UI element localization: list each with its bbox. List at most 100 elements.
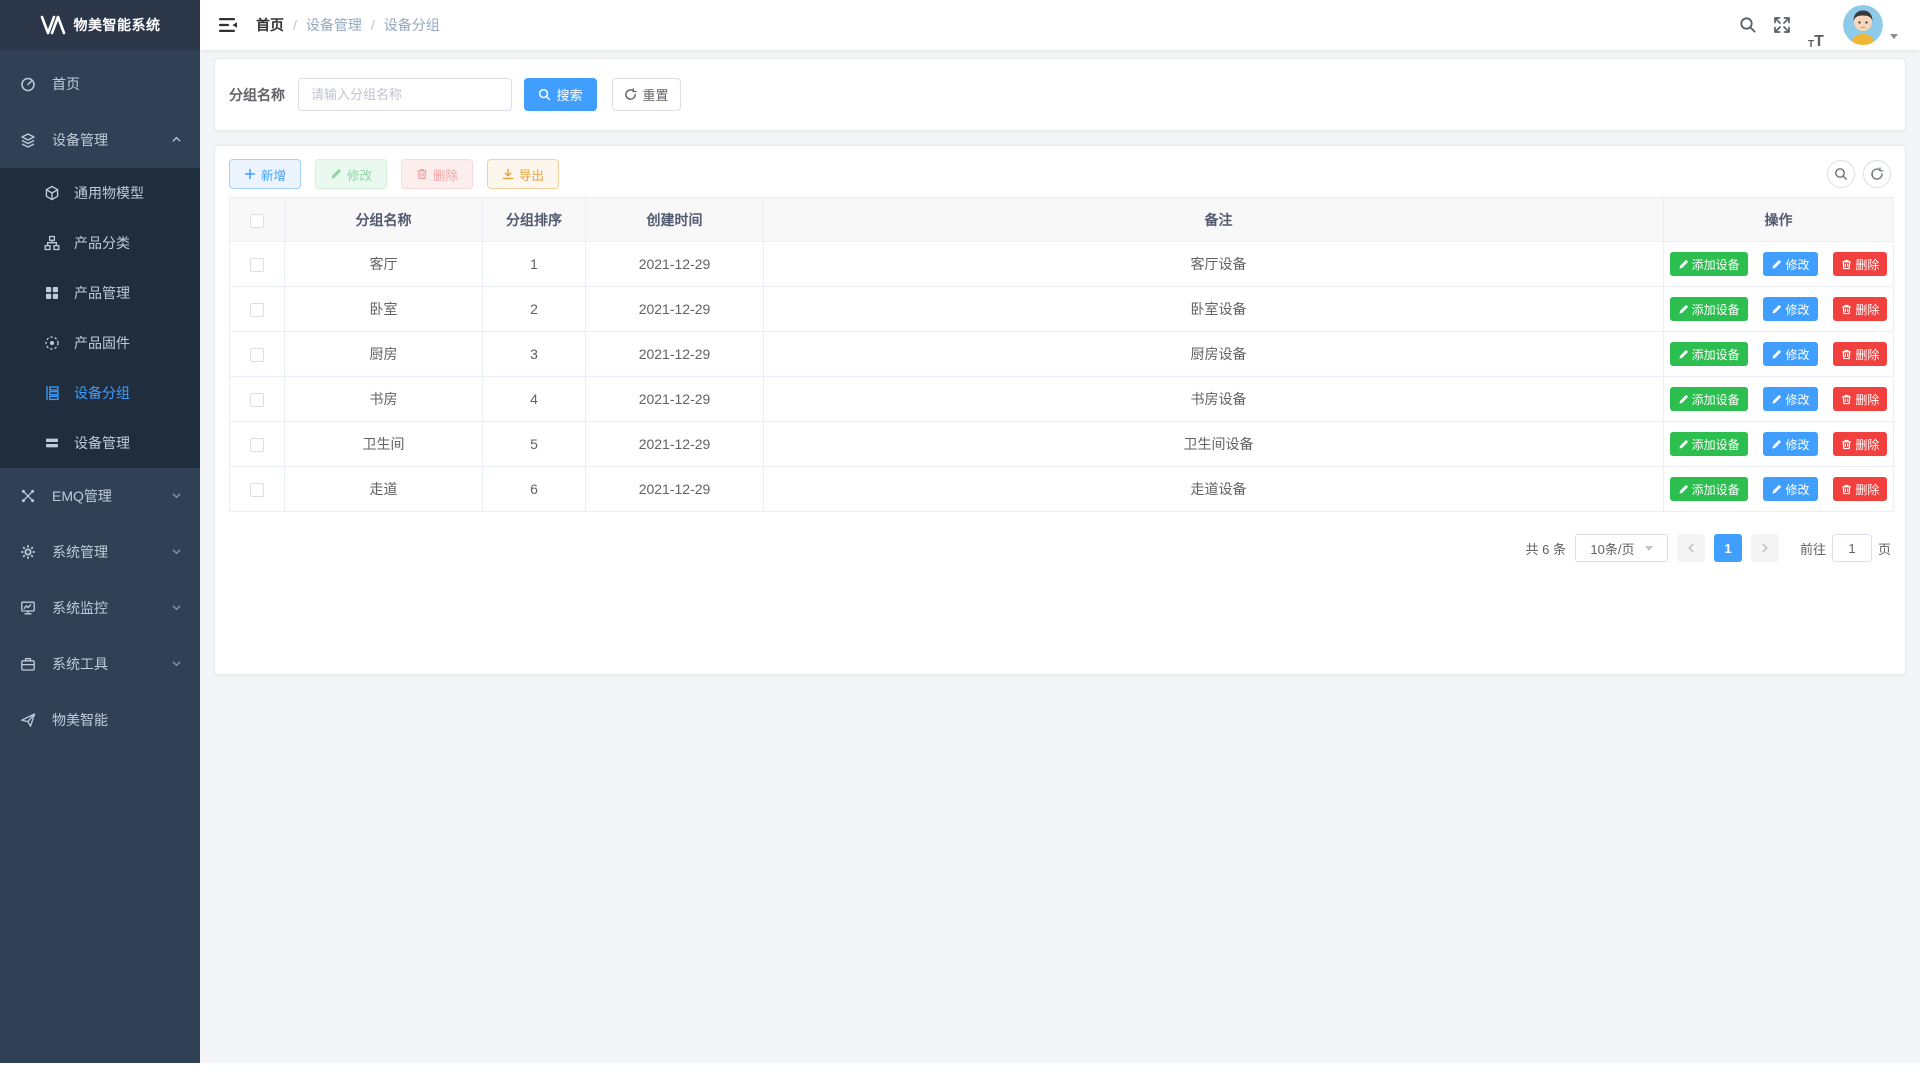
row-delete-button[interactable]: 删除 (1833, 297, 1887, 321)
avatar[interactable] (1843, 5, 1883, 45)
row-edit-button[interactable]: 修改 (1763, 387, 1817, 411)
page-number-1[interactable]: 1 (1714, 534, 1742, 562)
header-remark: 备注 (764, 198, 1664, 242)
cube-icon (44, 185, 60, 201)
sidebar-menu: 首页 设备管理 通用物模型 (0, 50, 200, 748)
next-page-button[interactable] (1751, 534, 1779, 562)
header-created-time: 创建时间 (586, 198, 764, 242)
sidebar-item-system-monitor[interactable]: 系统监控 (0, 580, 200, 636)
cell-group-name: 走道 (285, 467, 483, 512)
monitor-icon (20, 600, 36, 616)
sidebar-item-device-group[interactable]: 设备分组 (0, 368, 200, 418)
toolbar-right-tools (1827, 160, 1891, 188)
row-edit-button[interactable]: 修改 (1763, 297, 1817, 321)
app-logo[interactable]: 物美智能系统 (0, 0, 200, 50)
device-list-icon (44, 435, 60, 451)
gear-icon (20, 544, 36, 560)
sidebar-item-system-tools[interactable]: 系统工具 (0, 636, 200, 692)
cell-created-time: 2021-12-29 (586, 422, 764, 467)
add-device-button[interactable]: 添加设备 (1670, 297, 1748, 321)
font-size-icon[interactable]: TT (1799, 0, 1833, 50)
row-edit-button[interactable]: 修改 (1763, 477, 1817, 501)
sidebar-item-label: 产品固件 (74, 333, 130, 353)
sidebar-item-product-management[interactable]: 产品管理 (0, 268, 200, 318)
cell-group-order: 1 (483, 242, 586, 287)
row-edit-button[interactable]: 修改 (1763, 342, 1817, 366)
delete-button[interactable]: 删除 (401, 159, 473, 189)
cell-remark: 客厅设备 (764, 242, 1664, 287)
row-checkbox[interactable] (250, 393, 264, 407)
sidebar-item-label: 产品管理 (74, 283, 130, 303)
refresh-icon[interactable] (1863, 160, 1891, 188)
sidebar-item-product-category[interactable]: 产品分类 (0, 218, 200, 268)
search-icon[interactable] (1731, 0, 1765, 50)
fullscreen-icon[interactable] (1765, 0, 1799, 50)
table-row: 客厅 1 2021-12-29 客厅设备 添加设备 修改 (230, 242, 1894, 287)
sidebar-item-label: 设备分组 (74, 383, 130, 403)
row-delete-button[interactable]: 删除 (1833, 432, 1887, 456)
row-checkbox[interactable] (250, 438, 264, 452)
row-edit-button[interactable]: 修改 (1763, 252, 1817, 276)
sidebar-item-home[interactable]: 首页 (0, 56, 200, 112)
sidebar-item-label: 设备管理 (52, 130, 108, 150)
sidebar-item-label: 物美智能 (52, 710, 108, 730)
cell-group-order: 3 (483, 332, 586, 377)
export-button[interactable]: 导出 (487, 159, 559, 189)
chevron-up-icon (171, 132, 182, 148)
breadcrumb: 首页 / 设备管理 / 设备分组 (256, 15, 440, 35)
add-device-button[interactable]: 添加设备 (1670, 387, 1748, 411)
sidebar-item-thing-model[interactable]: 通用物模型 (0, 168, 200, 218)
app-title: 物美智能系统 (74, 15, 161, 35)
add-button[interactable]: 新增 (229, 159, 301, 189)
emq-node-icon (20, 488, 36, 504)
toggle-search-icon[interactable] (1827, 160, 1855, 188)
dashboard-icon (20, 76, 36, 92)
row-delete-button[interactable]: 删除 (1833, 387, 1887, 411)
header-select-all (230, 198, 285, 242)
device-management-submenu: 通用物模型 产品分类 产品管理 (0, 168, 200, 468)
goto-page-input[interactable] (1832, 534, 1872, 562)
user-menu[interactable] (1843, 5, 1898, 45)
cell-group-order: 2 (483, 287, 586, 332)
sidebar-collapse-icon[interactable] (218, 15, 238, 35)
cell-group-name: 客厅 (285, 242, 483, 287)
cell-remark: 书房设备 (764, 377, 1664, 422)
add-device-button[interactable]: 添加设备 (1670, 432, 1748, 456)
sidebar-item-device-management[interactable]: 设备管理 (0, 112, 200, 168)
cell-created-time: 2021-12-29 (586, 467, 764, 512)
sidebar-item-label: 系统监控 (52, 598, 108, 618)
cell-remark: 卧室设备 (764, 287, 1664, 332)
group-name-input[interactable] (298, 78, 512, 111)
cell-actions: 添加设备 修改 删除 (1664, 242, 1894, 287)
row-delete-button[interactable]: 删除 (1833, 252, 1887, 276)
row-delete-button[interactable]: 删除 (1833, 342, 1887, 366)
add-device-button[interactable]: 添加设备 (1670, 342, 1748, 366)
sidebar-item-device-management-sub[interactable]: 设备管理 (0, 418, 200, 468)
edit-button[interactable]: 修改 (315, 159, 387, 189)
sidebar-item-product-firmware[interactable]: 产品固件 (0, 318, 200, 368)
reset-button[interactable]: 重置 (612, 78, 681, 111)
select-all-checkbox[interactable] (250, 214, 264, 228)
cell-group-order: 4 (483, 377, 586, 422)
table-row: 厨房 3 2021-12-29 厨房设备 添加设备 修改 (230, 332, 1894, 377)
row-delete-button[interactable]: 删除 (1833, 477, 1887, 501)
cell-remark: 厨房设备 (764, 332, 1664, 377)
search-button[interactable]: 搜索 (524, 78, 597, 111)
sidebar-item-emq-management[interactable]: EMQ管理 (0, 468, 200, 524)
chevron-down-icon (171, 656, 182, 672)
row-edit-button[interactable]: 修改 (1763, 432, 1817, 456)
add-device-button[interactable]: 添加设备 (1670, 252, 1748, 276)
prev-page-button[interactable] (1677, 534, 1705, 562)
sidebar-item-system-management[interactable]: 系统管理 (0, 524, 200, 580)
row-checkbox[interactable] (250, 303, 264, 317)
row-checkbox[interactable] (250, 258, 264, 272)
add-device-button[interactable]: 添加设备 (1670, 477, 1748, 501)
sidebar-item-wumei-smart[interactable]: 物美智能 (0, 692, 200, 748)
page-size-select[interactable]: 10条/页 (1575, 534, 1668, 562)
cell-created-time: 2021-12-29 (586, 287, 764, 332)
row-checkbox[interactable] (250, 483, 264, 497)
breadcrumb-home[interactable]: 首页 (256, 15, 284, 35)
pagination: 共 6 条 10条/页 1 前往 页 (229, 534, 1891, 562)
table-row: 卧室 2 2021-12-29 卧室设备 添加设备 修改 (230, 287, 1894, 332)
row-checkbox[interactable] (250, 348, 264, 362)
